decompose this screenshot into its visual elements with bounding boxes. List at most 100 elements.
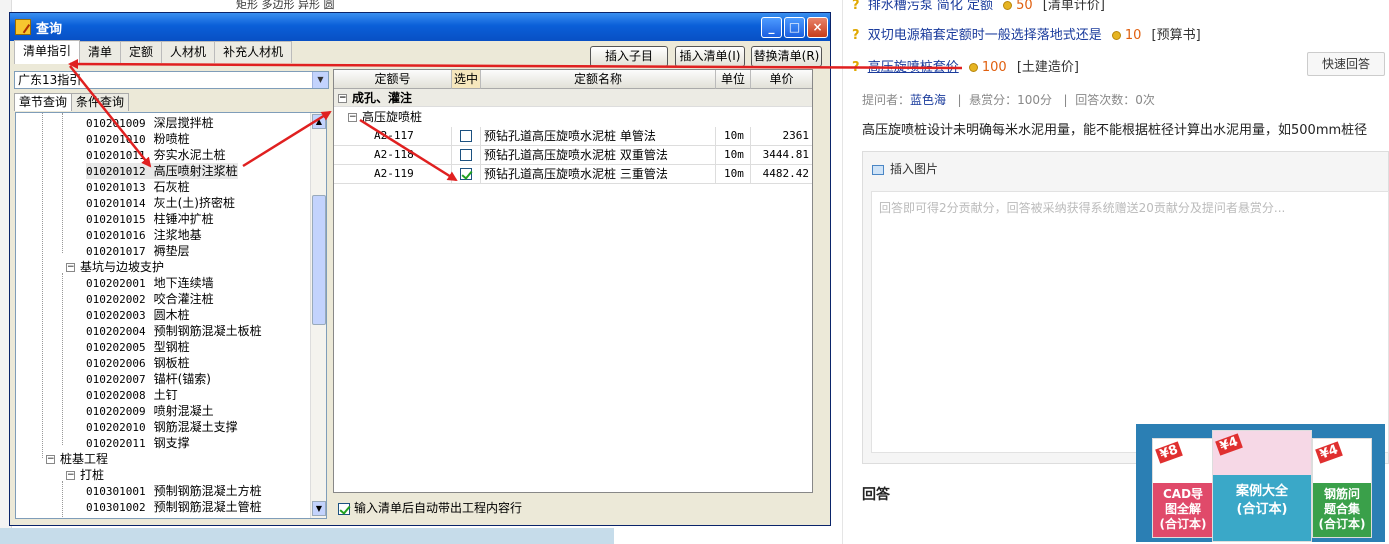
minimize-button[interactable]: _	[761, 17, 782, 38]
tab-list[interactable]: 清单	[79, 41, 122, 63]
table-row[interactable]: A2-118 预钻孔道高压旋喷水泥桩 双重管法 10m 3444.81	[334, 146, 812, 165]
tree-item[interactable]: 010202006 钢板桩	[86, 355, 190, 371]
ad-banner[interactable]: ¥8 CAD导 图全解 (合订本) ¥4 案例大全 (合订本) ¥4 钢筋问 题合集 (合…	[1136, 424, 1385, 542]
tree-item[interactable]: 010201012 高压喷射注浆桩	[86, 163, 238, 179]
tree-item[interactable]: 010202009 喷射混凝土	[86, 403, 214, 419]
tree-item-name: 褥垫层	[153, 244, 190, 258]
scroll-down-icon[interactable]: ▼	[312, 501, 326, 516]
auto-content-option[interactable]: 输入清单后自动带出工程内容行	[338, 499, 522, 516]
ad-book-cases[interactable]: ¥4 案例大全 (合订本)	[1212, 430, 1312, 542]
tree-item[interactable]: 010201016 注浆地基	[86, 227, 202, 243]
question-row-1[interactable]: ? 排水槽污泵 简化 定额 50 [清单计价]	[852, 0, 1105, 13]
tree-item[interactable]: 010301001 预制钢筋混凝土方桩	[86, 483, 262, 499]
tree-group-label: 基坑与边坡支护	[80, 260, 165, 274]
book-title: CAD导	[1162, 487, 1204, 501]
tree-group[interactable]: − 打桩	[66, 467, 104, 483]
tree-item[interactable]: 010201010 粉喷桩	[86, 131, 190, 147]
tree-item-code: 010301002	[86, 501, 146, 514]
col-header-price[interactable]: 单价	[751, 70, 812, 89]
question-row-3[interactable]: ? 高压旋喷桩套价 100 [土建造价]	[852, 56, 1079, 75]
tree-item-name: 钢板桩	[153, 356, 190, 370]
tree-item[interactable]: 010202001 地下连续墙	[86, 275, 214, 291]
tree-scrollbar[interactable]: ▲ ▼	[310, 113, 326, 518]
question-link[interactable]: 排水槽污泵 简化 定额	[868, 0, 993, 13]
maximize-button[interactable]: □	[784, 17, 805, 38]
tree-item[interactable]: 010202008 土钉	[86, 387, 178, 403]
tree-item[interactable]: 010202011 钢支撑	[86, 435, 190, 451]
tree-item[interactable]: 010201015 柱锤冲扩桩	[86, 211, 214, 227]
tree-item-code: 010202004	[86, 325, 146, 338]
tree-item[interactable]: 010201011 夯实水泥土桩	[86, 147, 226, 163]
main-tabs: 清单指引 清单 定额 人材机 补充人材机	[14, 40, 293, 64]
ad-book-rebar[interactable]: ¥4 钢筋问 题合集 (合订本)	[1312, 438, 1372, 538]
grid-subcategory[interactable]: − 高压旋喷桩	[348, 108, 422, 126]
quick-answer-button[interactable]: 快速回答	[1307, 52, 1385, 76]
tree-item[interactable]: 010301002 预制钢筋混凝土管桩	[86, 499, 262, 515]
tree-item[interactable]: 010202007 锚杆(锚索)	[86, 371, 211, 387]
answer-title: 回答	[862, 487, 890, 503]
table-row[interactable]: A2-117 预钻孔道高压旋喷水泥桩 单管法 10m 2361	[334, 127, 812, 146]
tree-item[interactable]: 010201013 石灰桩	[86, 179, 190, 195]
close-button[interactable]: ×	[807, 17, 828, 38]
points: 50	[1016, 0, 1033, 13]
col-header-unit[interactable]: 单位	[716, 70, 751, 89]
table-row[interactable]: A2-119 预钻孔道高压旋喷水泥桩 三重管法 10m 4482.42	[334, 165, 812, 184]
cell-checkbox[interactable]	[452, 127, 481, 146]
tree-item-name: 咬合灌注桩	[153, 292, 214, 306]
asker-name[interactable]: 蓝色海	[910, 93, 946, 107]
question-link[interactable]: 高压旋喷桩套价	[868, 60, 959, 75]
tree-item[interactable]: 010202004 预制钢筋混凝土板桩	[86, 323, 262, 339]
tree-group[interactable]: − 桩基工程	[46, 451, 108, 467]
tree-item-code: 010201015	[86, 213, 146, 226]
tab-extra-materials[interactable]: 补充人材机	[214, 41, 293, 63]
row-checkbox[interactable]	[460, 130, 472, 142]
cell-checkbox[interactable]	[452, 146, 481, 165]
tree-item[interactable]: 010201009 深层搅拌桩	[86, 115, 214, 131]
cell-code: A2-118	[334, 146, 452, 165]
tab-chapter-query[interactable]: 章节查询	[14, 93, 73, 111]
insert-list-button[interactable]: 插入清单(I)	[675, 46, 745, 67]
insert-child-button[interactable]: 插入子目	[590, 46, 668, 67]
collapse-icon[interactable]: −	[66, 263, 75, 272]
question-link[interactable]: 双切电源箱套定额时一般选择落地式还是	[868, 28, 1102, 43]
tab-list-guide[interactable]: 清单指引	[14, 40, 81, 64]
collapse-icon[interactable]: −	[66, 471, 75, 480]
tree-item[interactable]: 010202003 圆木桩	[86, 307, 190, 323]
asker-label: 提问者：	[862, 93, 911, 107]
tree-item[interactable]: 010201014 灰土(土)挤密桩	[86, 195, 235, 211]
tree-item[interactable]: 010202002 咬合灌注桩	[86, 291, 214, 307]
title-bar[interactable]: 查询 _ □ ×	[10, 13, 830, 41]
col-header-name[interactable]: 定额名称	[481, 70, 716, 89]
insert-image-button[interactable]: 插入图片	[872, 160, 938, 177]
ad-book-cad[interactable]: ¥8 CAD导 图全解 (合订本)	[1152, 438, 1214, 538]
auto-content-checkbox[interactable]	[338, 502, 350, 515]
replace-list-button[interactable]: 替换清单(R)	[751, 46, 822, 67]
scroll-up-icon[interactable]: ▲	[312, 114, 326, 129]
chapter-tree[interactable]: ▲ ▼ 010201009 深层搅拌桩 010201010 粉喷桩 010201011 夯…	[15, 112, 327, 519]
tab-quota[interactable]: 定额	[120, 41, 163, 63]
region-dropdown[interactable]: 广东13指引 ▼	[14, 71, 329, 89]
cell-checkbox[interactable]	[452, 165, 481, 184]
coin-icon	[1003, 1, 1013, 10]
tab-condition-query[interactable]: 条件查询	[71, 93, 130, 111]
collapse-icon[interactable]: −	[348, 113, 357, 122]
scroll-thumb[interactable]	[312, 195, 326, 325]
tree-item-name: 地下连续墙	[153, 276, 214, 290]
answer-editor[interactable]	[871, 191, 1389, 453]
tree-item-name: 灰土(土)挤密桩	[153, 196, 235, 210]
row-checkbox[interactable]	[460, 149, 472, 161]
cell-name: 预钻孔道高压旋喷水泥桩 单管法	[481, 127, 716, 146]
tree-item[interactable]: 010201017 褥垫层	[86, 243, 190, 259]
col-header-code[interactable]: 定额号	[334, 70, 452, 89]
collapse-icon[interactable]: −	[46, 455, 55, 464]
row-checkbox-checked[interactable]	[460, 168, 472, 180]
tree-item[interactable]: 010202005 型钢桩	[86, 339, 190, 355]
tree-item[interactable]: 010202010 钢筋混凝土支撑	[86, 419, 238, 435]
col-header-selected[interactable]: 选中	[452, 70, 481, 89]
tree-group[interactable]: − 基坑与边坡支护	[66, 259, 164, 275]
question-row-2[interactable]: ? 双切电源箱套定额时一般选择落地式还是 10 [预算书]	[852, 24, 1201, 43]
grid-category[interactable]: − 成孔、灌注	[334, 89, 812, 107]
tab-materials[interactable]: 人材机	[161, 41, 216, 63]
chevron-down-icon[interactable]: ▼	[312, 72, 328, 88]
collapse-icon[interactable]: −	[338, 94, 347, 103]
